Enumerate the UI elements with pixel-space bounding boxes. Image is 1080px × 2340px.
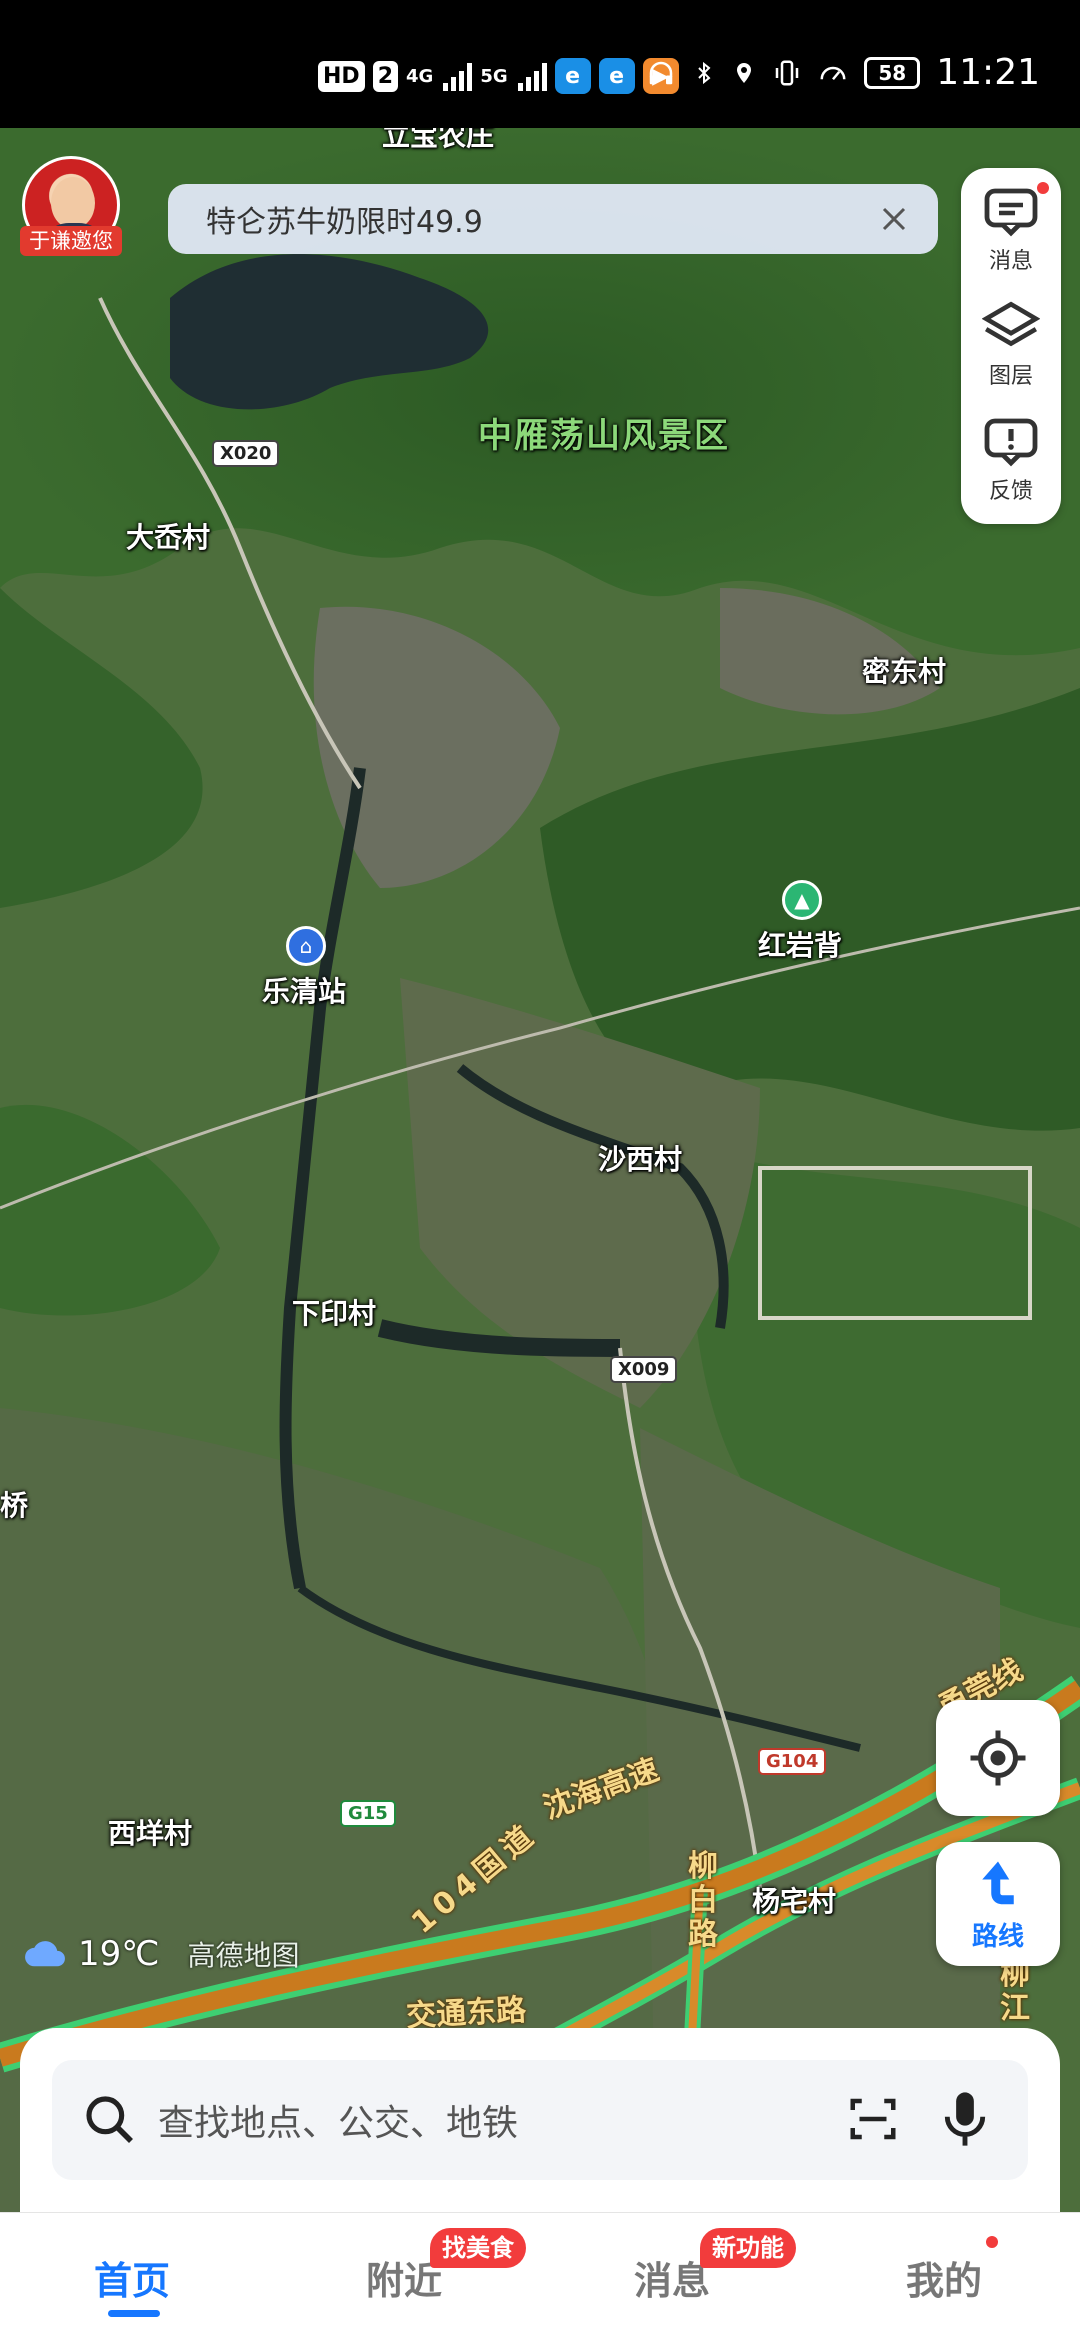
nearby-badge: 找美食	[430, 2228, 526, 2268]
road-shield-g104: G104	[758, 1748, 827, 1775]
map-label-xiyang-village[interactable]: 西垟村	[108, 1812, 192, 1852]
mountain-poi-icon[interactable]: ▲	[782, 880, 822, 920]
brand-logo: 高德地图	[187, 1939, 300, 1972]
speedometer-icon	[820, 66, 846, 80]
network-5g: 5G	[480, 65, 508, 87]
map-imagery	[0, 128, 1080, 2340]
status-left: HD 2 4G 5G e e ▶	[318, 58, 679, 94]
layers-button[interactable]: 图层	[961, 290, 1061, 400]
status-right: 58 11:21	[646, 52, 1040, 93]
feedback-icon	[984, 418, 1038, 467]
road-shield-x020: X020	[212, 440, 280, 467]
close-icon[interactable]	[872, 197, 916, 241]
map-label-midong-village[interactable]: 密东村	[862, 650, 946, 690]
road-shield-x009: X009	[610, 1356, 678, 1383]
weather-widget[interactable]: 19℃ 高德地图	[22, 1934, 299, 1974]
crosshair-icon	[970, 1730, 1026, 1786]
microphone-icon[interactable]	[938, 2088, 992, 2154]
train-station-icon[interactable]: ⌂	[286, 926, 326, 966]
map-tool-panel: 消息 图层 反馈	[961, 168, 1061, 524]
search-bar[interactable]: 查找地点、公交、地铁	[52, 2060, 1028, 2180]
vibrate-icon	[776, 60, 799, 85]
bluetooth-icon	[698, 61, 711, 84]
signal-bars-icon	[443, 61, 473, 91]
sim-chip: 2	[372, 60, 398, 92]
tab-messages[interactable]: 消息	[634, 2250, 710, 2305]
promo-text: 特仑苏牛奶限时49.9	[206, 205, 483, 240]
layers-icon	[982, 301, 1040, 347]
message-icon	[984, 188, 1038, 237]
map-label-yangzhai-village[interactable]: 杨宅村	[752, 1880, 836, 1920]
app-notification-icon: e	[598, 58, 635, 94]
promo-banner[interactable]: 特仑苏牛奶限时49.9	[168, 184, 938, 254]
map-label-top-village[interactable]: 立宝农庄	[382, 128, 494, 154]
map-label-qiao[interactable]: 桥	[0, 1484, 28, 1524]
map-label-hongyanbei[interactable]: 红岩背	[758, 924, 842, 964]
satellite-map[interactable]: 立宝农庄 中雁荡山风景区 X020 大岙村 密东村 ▲ 红岩背 ⌂ 乐清站 沙西…	[0, 128, 1080, 2340]
map-label-xiayin-village[interactable]: 下印村	[292, 1292, 376, 1332]
network-4g: 4G	[406, 65, 434, 87]
messages-badge: 新功能	[700, 2228, 796, 2268]
messages-label: 消息	[988, 249, 1033, 274]
map-label-station[interactable]: 乐清站	[262, 970, 346, 1010]
road-label-liujiang[interactable]: 柳江	[1000, 1958, 1032, 2026]
tab-profile[interactable]: 我的	[906, 2250, 982, 2305]
feedback-label: 反馈	[988, 479, 1033, 504]
active-tab-indicator	[108, 2310, 160, 2317]
road-shield-g15: G15	[340, 1800, 396, 1827]
avatar-tag[interactable]: 于谦邀您	[20, 226, 122, 256]
map-label-daxian-village[interactable]: 大岙村	[126, 516, 210, 556]
scan-icon[interactable]	[846, 2092, 900, 2150]
signal-bars-icon	[517, 61, 547, 91]
temperature: 19℃	[78, 1934, 160, 1974]
route-button[interactable]: 路线	[936, 1842, 1060, 1966]
route-label: 路线	[971, 1921, 1024, 1952]
map-label-shaxi-village[interactable]: 沙西村	[598, 1138, 682, 1178]
location-icon	[737, 62, 752, 83]
road-label-liubai[interactable]: 柳白路	[688, 1850, 724, 1952]
route-arrow-icon	[982, 1861, 1014, 1904]
clock: 11:21	[936, 52, 1040, 93]
locate-button[interactable]	[936, 1700, 1060, 1816]
app-notification-icon: e	[554, 58, 591, 94]
profile-unread-dot	[986, 2236, 998, 2248]
battery-indicator: 58	[864, 56, 921, 89]
unread-dot	[1037, 182, 1049, 194]
search-icon	[86, 2096, 133, 2143]
feedback-button[interactable]: 反馈	[961, 406, 1061, 516]
headphones-icon	[650, 61, 673, 84]
status-bar: HD 2 4G 5G e e ▶ 58 11:21	[0, 0, 1080, 128]
tab-home[interactable]: 首页	[94, 2250, 170, 2305]
hd-chip: HD	[318, 60, 365, 92]
map-label-scenic-area[interactable]: 中雁荡山风景区	[478, 408, 730, 457]
search-placeholder: 查找地点、公交、地铁	[158, 2103, 519, 2144]
layers-label: 图层	[988, 364, 1033, 389]
cloud-icon	[25, 1941, 65, 1967]
